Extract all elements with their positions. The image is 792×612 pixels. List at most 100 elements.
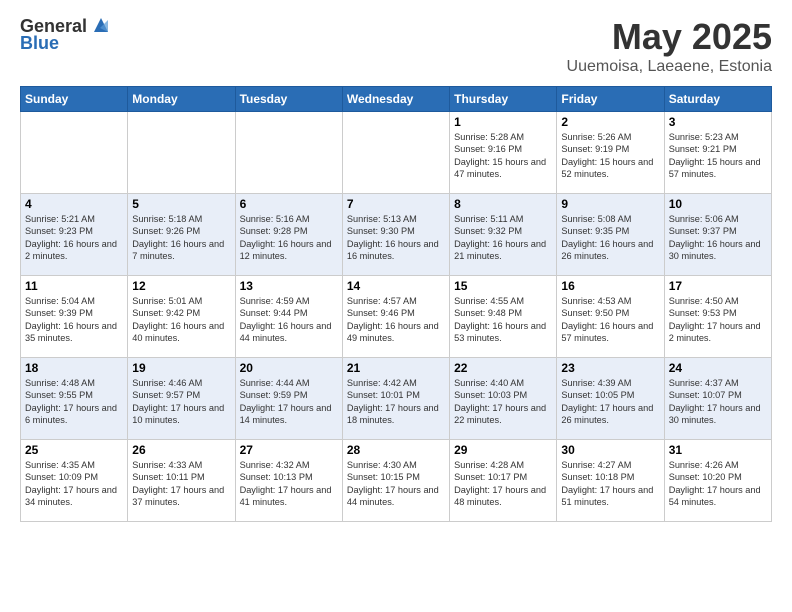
day-info: Sunrise: 4:35 AM Sunset: 10:09 PM Daylig… (25, 459, 123, 509)
calendar-cell: 30 Sunrise: 4:27 AM Sunset: 10:18 PM Dayl… (557, 440, 664, 522)
calendar-cell (21, 112, 128, 194)
calendar-cell: 15Sunrise: 4:55 AM Sunset: 9:48 PM Dayli… (450, 276, 557, 358)
calendar-cell: 22 Sunrise: 4:40 AM Sunset: 10:03 PM Dayl… (450, 358, 557, 440)
day-info: Sunrise: 5:16 AM Sunset: 9:28 PM Dayligh… (240, 213, 338, 263)
day-info: Sunrise: 4:27 AM Sunset: 10:18 PM Daylig… (561, 459, 659, 509)
calendar-week-3: 11Sunrise: 5:04 AM Sunset: 9:39 PM Dayli… (21, 276, 772, 358)
day-number: 17 (669, 279, 767, 293)
day-number: 4 (25, 197, 123, 211)
calendar-cell: 8 Sunrise: 5:11 AM Sunset: 9:32 PM Daylig… (450, 194, 557, 276)
day-number: 14 (347, 279, 445, 293)
day-info: Sunrise: 5:23 AM Sunset: 9:21 PM Dayligh… (669, 131, 767, 181)
calendar-cell: 3 Sunrise: 5:23 AM Sunset: 9:21 PM Daylig… (664, 112, 771, 194)
calendar-cell: 17 Sunrise: 4:50 AM Sunset: 9:53 PM Dayli… (664, 276, 771, 358)
calendar-cell: 14Sunrise: 4:57 AM Sunset: 9:46 PM Dayli… (342, 276, 449, 358)
page: General Blue May 2025 Uuemoisa, Laeaene,… (0, 0, 792, 612)
day-info: Sunrise: 4:39 AM Sunset: 10:05 PM Daylig… (561, 377, 659, 427)
calendar-cell: 18 Sunrise: 4:48 AM Sunset: 9:55 PM Dayli… (21, 358, 128, 440)
calendar-cell: 31 Sunrise: 4:26 AM Sunset: 10:20 PM Dayl… (664, 440, 771, 522)
calendar-cell (128, 112, 235, 194)
calendar-week-4: 18 Sunrise: 4:48 AM Sunset: 9:55 PM Dayli… (21, 358, 772, 440)
calendar-cell: 21Sunrise: 4:42 AM Sunset: 10:01 PM Dayl… (342, 358, 449, 440)
calendar-cell: 4 Sunrise: 5:21 AM Sunset: 9:23 PM Daylig… (21, 194, 128, 276)
day-info: Sunrise: 4:48 AM Sunset: 9:55 PM Dayligh… (25, 377, 123, 427)
day-number: 29 (454, 443, 552, 457)
calendar-cell: 11Sunrise: 5:04 AM Sunset: 9:39 PM Dayli… (21, 276, 128, 358)
day-info: Sunrise: 4:44 AM Sunset: 9:59 PM Dayligh… (240, 377, 338, 427)
calendar-cell: 20 Sunrise: 4:44 AM Sunset: 9:59 PM Dayli… (235, 358, 342, 440)
day-info: Sunrise: 5:08 AM Sunset: 9:35 PM Dayligh… (561, 213, 659, 263)
day-number: 30 (561, 443, 659, 457)
day-info: Sunrise: 5:13 AM Sunset: 9:30 PM Dayligh… (347, 213, 445, 263)
header-friday: Friday (557, 87, 664, 112)
calendar-cell: 5 Sunrise: 5:18 AM Sunset: 9:26 PM Daylig… (128, 194, 235, 276)
day-info: Sunrise: 5:21 AM Sunset: 9:23 PM Dayligh… (25, 213, 123, 263)
header-saturday: Saturday (664, 87, 771, 112)
calendar-cell: 13Sunrise: 4:59 AM Sunset: 9:44 PM Dayli… (235, 276, 342, 358)
header-wednesday: Wednesday (342, 87, 449, 112)
title-block: May 2025 Uuemoisa, Laeaene, Estonia (567, 16, 772, 76)
logo-blue-text: Blue (20, 33, 59, 54)
calendar-cell: 23 Sunrise: 4:39 AM Sunset: 10:05 PM Dayl… (557, 358, 664, 440)
calendar-cell: 10 Sunrise: 5:06 AM Sunset: 9:37 PM Dayli… (664, 194, 771, 276)
calendar-cell: 19Sunrise: 4:46 AM Sunset: 9:57 PM Dayli… (128, 358, 235, 440)
day-info: Sunrise: 5:06 AM Sunset: 9:37 PM Dayligh… (669, 213, 767, 263)
calendar-cell: 28Sunrise: 4:30 AM Sunset: 10:15 PM Dayl… (342, 440, 449, 522)
day-info: Sunrise: 4:33 AM Sunset: 10:11 PM Daylig… (132, 459, 230, 509)
day-info: Sunrise: 4:37 AM Sunset: 10:07 PM Daylig… (669, 377, 767, 427)
calendar-table: Sunday Monday Tuesday Wednesday Thursday… (20, 86, 772, 522)
calendar-week-1: 1 Sunrise: 5:28 AM Sunset: 9:16 PM Daylig… (21, 112, 772, 194)
day-number: 3 (669, 115, 767, 129)
calendar-cell: 7 Sunrise: 5:13 AM Sunset: 9:30 PM Daylig… (342, 194, 449, 276)
day-number: 7 (347, 197, 445, 211)
day-info: Sunrise: 4:28 AM Sunset: 10:17 PM Daylig… (454, 459, 552, 509)
calendar-week-5: 25 Sunrise: 4:35 AM Sunset: 10:09 PM Dayl… (21, 440, 772, 522)
day-info: Sunrise: 4:50 AM Sunset: 9:53 PM Dayligh… (669, 295, 767, 345)
day-number: 11 (25, 279, 123, 293)
day-number: 16 (561, 279, 659, 293)
day-info: Sunrise: 5:11 AM Sunset: 9:32 PM Dayligh… (454, 213, 552, 263)
day-number: 5 (132, 197, 230, 211)
calendar-cell: 1 Sunrise: 5:28 AM Sunset: 9:16 PM Daylig… (450, 112, 557, 194)
day-number: 8 (454, 197, 552, 211)
day-info: Sunrise: 4:59 AM Sunset: 9:44 PM Dayligh… (240, 295, 338, 345)
day-number: 23 (561, 361, 659, 375)
day-info: Sunrise: 5:18 AM Sunset: 9:26 PM Dayligh… (132, 213, 230, 263)
day-number: 1 (454, 115, 552, 129)
day-number: 10 (669, 197, 767, 211)
header: General Blue May 2025 Uuemoisa, Laeaene,… (20, 16, 772, 76)
calendar-cell: 9Sunrise: 5:08 AM Sunset: 9:35 PM Daylig… (557, 194, 664, 276)
day-info: Sunrise: 4:26 AM Sunset: 10:20 PM Daylig… (669, 459, 767, 509)
calendar-cell: 27Sunrise: 4:32 AM Sunset: 10:13 PM Dayl… (235, 440, 342, 522)
day-number: 15 (454, 279, 552, 293)
calendar-cell (235, 112, 342, 194)
calendar-cell: 24 Sunrise: 4:37 AM Sunset: 10:07 PM Dayl… (664, 358, 771, 440)
day-info: Sunrise: 4:53 AM Sunset: 9:50 PM Dayligh… (561, 295, 659, 345)
calendar-cell (342, 112, 449, 194)
calendar-cell: 25 Sunrise: 4:35 AM Sunset: 10:09 PM Dayl… (21, 440, 128, 522)
day-info: Sunrise: 5:01 AM Sunset: 9:42 PM Dayligh… (132, 295, 230, 345)
day-info: Sunrise: 4:42 AM Sunset: 10:01 PM Daylig… (347, 377, 445, 427)
day-info: Sunrise: 4:46 AM Sunset: 9:57 PM Dayligh… (132, 377, 230, 427)
day-info: Sunrise: 5:28 AM Sunset: 9:16 PM Dayligh… (454, 131, 552, 181)
day-number: 24 (669, 361, 767, 375)
day-info: Sunrise: 4:40 AM Sunset: 10:03 PM Daylig… (454, 377, 552, 427)
day-number: 25 (25, 443, 123, 457)
day-number: 31 (669, 443, 767, 457)
calendar-cell: 2Sunrise: 5:26 AM Sunset: 9:19 PM Daylig… (557, 112, 664, 194)
calendar-cell: 16 Sunrise: 4:53 AM Sunset: 9:50 PM Dayli… (557, 276, 664, 358)
day-number: 12 (132, 279, 230, 293)
calendar-header-row: Sunday Monday Tuesday Wednesday Thursday… (21, 87, 772, 112)
header-tuesday: Tuesday (235, 87, 342, 112)
day-number: 22 (454, 361, 552, 375)
day-number: 18 (25, 361, 123, 375)
title-location: Uuemoisa, Laeaene, Estonia (567, 58, 772, 76)
logo-icon (90, 14, 112, 36)
day-number: 20 (240, 361, 338, 375)
day-info: Sunrise: 5:26 AM Sunset: 9:19 PM Dayligh… (561, 131, 659, 181)
calendar-week-2: 4 Sunrise: 5:21 AM Sunset: 9:23 PM Daylig… (21, 194, 772, 276)
day-info: Sunrise: 4:30 AM Sunset: 10:15 PM Daylig… (347, 459, 445, 509)
header-monday: Monday (128, 87, 235, 112)
day-info: Sunrise: 4:32 AM Sunset: 10:13 PM Daylig… (240, 459, 338, 509)
calendar-cell: 29 Sunrise: 4:28 AM Sunset: 10:17 PM Dayl… (450, 440, 557, 522)
